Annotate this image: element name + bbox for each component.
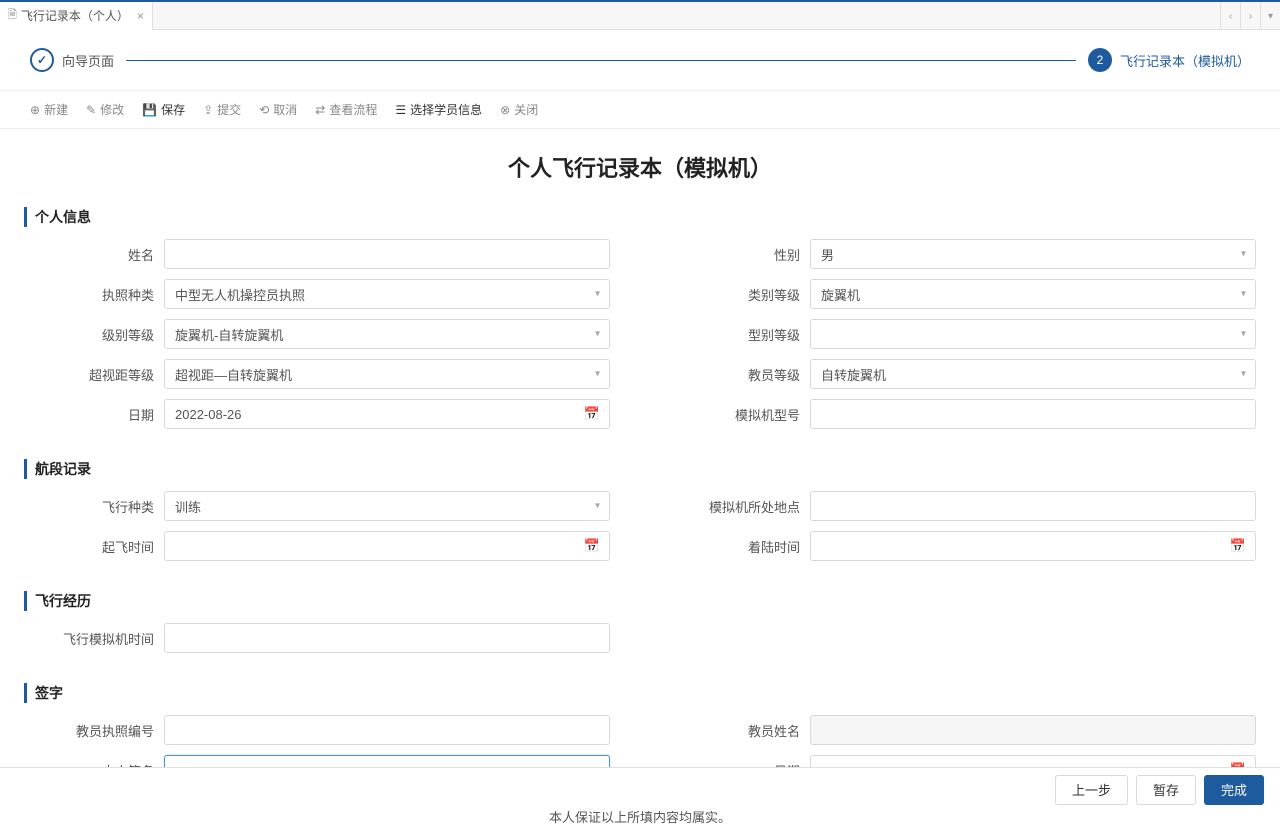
label-takeoff-time: 起飞时间 (24, 537, 164, 556)
input-landing-time[interactable] (810, 531, 1256, 561)
input-date[interactable] (164, 399, 610, 429)
select-instructor-level[interactable]: 自转旋翼机 (810, 359, 1256, 389)
label-instructor-level: 教员等级 (670, 365, 810, 384)
toolbar-modify[interactable]: ✎修改 (86, 101, 124, 118)
label-sim-location: 模拟机所处地点 (670, 497, 810, 516)
section-experience: 飞行经历 飞行模拟机时间 (0, 591, 1280, 677)
label-type-level: 型别等级 (670, 325, 810, 344)
page-title: 个人飞行记录本（模拟机） (0, 129, 1280, 201)
label-bvlos-level: 超视距等级 (24, 365, 164, 384)
toolbar-new[interactable]: ⊕新建 (30, 101, 68, 118)
step-2-label: 飞行记录本（模拟机） (1120, 51, 1250, 70)
toolbar-save[interactable]: 💾保存 (142, 101, 185, 118)
plus-icon: ⊕ (30, 103, 40, 117)
tab-title: 飞行记录本（个人） (21, 7, 129, 24)
label-instructor-license-no: 教员执照编号 (24, 721, 164, 740)
label-name: 姓名 (24, 245, 164, 264)
section-signature: 签字 教员执照编号 教员姓名 本人签名 日期 📅 本人保证以上所填内容均属实。 (0, 683, 1280, 834)
edit-icon: ✎ (86, 103, 96, 117)
label-license-type: 执照种类 (24, 285, 164, 304)
tab-bar: 🗎 飞行记录本（个人） × ‹ › ▾ (0, 0, 1280, 30)
save-icon: 💾 (142, 103, 157, 117)
input-sim-location[interactable] (810, 491, 1256, 521)
toolbar-submit[interactable]: ⇪提交 (203, 101, 241, 118)
select-bvlos-level[interactable]: 超视距—自转旋翼机 (164, 359, 610, 389)
step-1-label: 向导页面 (62, 51, 114, 70)
close-icon: ⊗ (500, 103, 510, 117)
section-personal-header: 个人信息 (24, 207, 1256, 227)
input-sim-model[interactable] (810, 399, 1256, 429)
tab-menu-button[interactable]: ▾ (1260, 2, 1280, 30)
label-sim-model: 模拟机型号 (670, 405, 810, 424)
select-class-level[interactable]: 旋翼机-自转旋翼机 (164, 319, 610, 349)
save-draft-button[interactable]: 暂存 (1136, 775, 1196, 805)
input-sim-hours[interactable] (164, 623, 610, 653)
toolbar: ⊕新建 ✎修改 💾保存 ⇪提交 ⟲取消 ⇄查看流程 ☰选择学员信息 ⊗关闭 (0, 90, 1280, 129)
step-current-icon: 2 (1088, 48, 1112, 72)
section-segment: 航段记录 飞行种类 训练▾ 模拟机所处地点 起飞时间 📅 着陆时间 📅 (0, 459, 1280, 585)
select-gender[interactable]: 男 (810, 239, 1256, 269)
finish-button[interactable]: 完成 (1204, 775, 1264, 805)
document-icon: 🗎 (8, 6, 17, 25)
input-takeoff-time[interactable] (164, 531, 610, 561)
label-date: 日期 (24, 405, 164, 424)
section-signature-header: 签字 (24, 683, 1256, 703)
input-instructor-name[interactable] (810, 715, 1256, 745)
step-done-icon (30, 48, 54, 72)
section-segment-header: 航段记录 (24, 459, 1256, 479)
wizard-step-2[interactable]: 2 飞行记录本（模拟机） (1088, 48, 1250, 72)
label-gender: 性别 (670, 245, 810, 264)
toolbar-workflow[interactable]: ⇄查看流程 (315, 101, 377, 118)
label-class-level: 级别等级 (24, 325, 164, 344)
prev-button[interactable]: 上一步 (1055, 775, 1128, 805)
footer-bar: 上一步 暂存 完成 (0, 767, 1280, 811)
tab-next-button[interactable]: › (1240, 2, 1260, 30)
select-type-level[interactable] (810, 319, 1256, 349)
label-landing-time: 着陆时间 (670, 537, 810, 556)
select-category-level[interactable]: 旋翼机 (810, 279, 1256, 309)
tab-nav: ‹ › ▾ (1220, 2, 1280, 30)
input-instructor-license-no[interactable] (164, 715, 610, 745)
wizard-steps: 向导页面 2 飞行记录本（模拟机） (0, 30, 1280, 90)
submit-icon: ⇪ (203, 103, 213, 117)
section-experience-header: 飞行经历 (24, 591, 1256, 611)
wizard-step-1[interactable]: 向导页面 (30, 48, 114, 72)
tab-active[interactable]: 🗎 飞行记录本（个人） × (0, 2, 153, 30)
wizard-connector (126, 60, 1076, 61)
select-license-type[interactable]: 中型无人机操控员执照 (164, 279, 610, 309)
workflow-icon: ⇄ (315, 103, 325, 117)
tab-close-icon[interactable]: × (137, 9, 144, 23)
section-personal: 个人信息 姓名 性别 男▾ 执照种类 中型无人机操控员执照▾ 类别等级 旋翼机▾… (0, 207, 1280, 453)
list-icon: ☰ (395, 103, 406, 117)
label-category-level: 类别等级 (670, 285, 810, 304)
select-flight-type[interactable]: 训练 (164, 491, 610, 521)
toolbar-cancel[interactable]: ⟲取消 (259, 101, 297, 118)
tab-prev-button[interactable]: ‹ (1220, 2, 1240, 30)
label-instructor-name: 教员姓名 (670, 721, 810, 740)
label-sim-hours: 飞行模拟机时间 (24, 629, 164, 648)
cancel-icon: ⟲ (259, 103, 269, 117)
label-flight-type: 飞行种类 (24, 497, 164, 516)
toolbar-close[interactable]: ⊗关闭 (500, 101, 538, 118)
input-name[interactable] (164, 239, 610, 269)
toolbar-select-student[interactable]: ☰选择学员信息 (395, 101, 482, 118)
